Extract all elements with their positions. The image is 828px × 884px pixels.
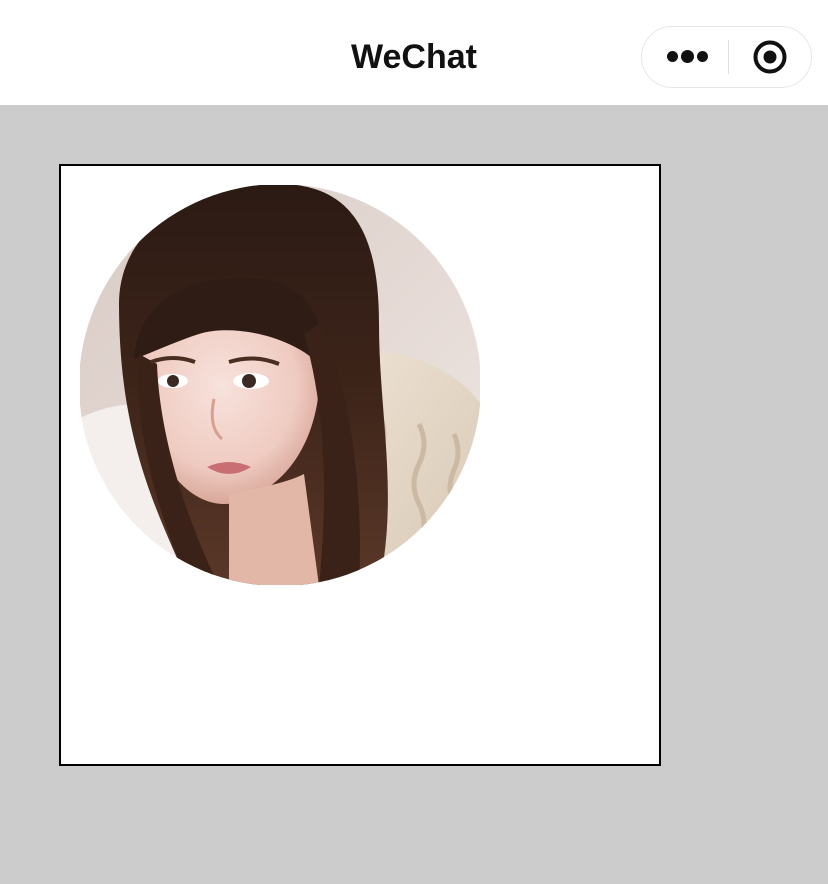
mini-program-capsule (641, 26, 812, 88)
more-dots-icon (681, 50, 694, 63)
more-dots-icon (667, 51, 678, 62)
more-button[interactable] (642, 27, 728, 87)
portrait-image (80, 185, 480, 585)
portrait-photo (80, 185, 480, 585)
close-button[interactable] (729, 27, 811, 87)
navigation-bar: WeChat (0, 0, 828, 105)
target-circle-icon (753, 40, 787, 74)
more-dots-icon (697, 51, 708, 62)
